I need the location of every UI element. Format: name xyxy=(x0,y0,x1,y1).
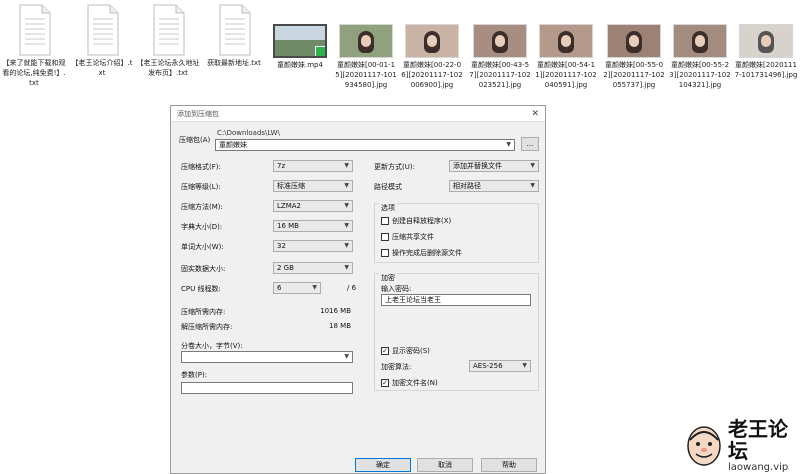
update-select[interactable]: 添加并替换文件 ▼ xyxy=(449,160,539,172)
file-name: 童颜嫩妹[00-55-23][20201117-102104321].jpg xyxy=(669,61,731,89)
text-file-icon xyxy=(82,4,122,56)
file-item[interactable]: 【老王论坛永久地址发布页】.txt xyxy=(136,4,200,78)
level-label: 压缩等级(L): xyxy=(181,183,221,191)
dict-label: 字典大小(D): xyxy=(181,223,223,231)
file-item[interactable]: 童颜嫩妹[00-54-11][20201117-102040591].jpg xyxy=(534,4,598,90)
split-label: 分卷大小，字节(V): xyxy=(181,342,243,350)
solid-select[interactable]: 2 GB ▼ xyxy=(273,262,353,274)
text-file-icon xyxy=(214,4,254,56)
encryption-title: 加密 xyxy=(379,273,397,283)
file-item[interactable]: 童颜嫩妹[00-55-02][20201117-102055737].jpg xyxy=(602,4,666,90)
word-label: 单词大小(W): xyxy=(181,243,224,251)
path-label: 路径模式 xyxy=(374,183,402,191)
mem-decomp-label: 解压缩所需内存: xyxy=(181,323,233,331)
image-thumbnail xyxy=(405,24,459,58)
cpu-total: / 6 xyxy=(347,284,357,292)
mem-comp-label: 压缩所需内存: xyxy=(181,308,226,316)
ok-button[interactable]: 确定 xyxy=(355,458,411,472)
archive-label: 压缩包(A) xyxy=(179,136,211,144)
enc-method-label: 加密算法: xyxy=(381,363,412,371)
file-name: 童颜嫩妹[00-54-11][20201117-102040591].jpg xyxy=(535,61,597,89)
file-item[interactable]: 童颜嫩妹[20201117-101731496].jpg xyxy=(734,4,798,80)
mascot-icon xyxy=(684,424,724,468)
options-group: 选项 创建自释放程序(X) 压缩共享文件 操作完成后删除源文件 xyxy=(374,203,539,263)
image-thumbnail xyxy=(473,24,527,58)
shared-checkbox[interactable]: 压缩共享文件 xyxy=(381,232,434,242)
image-thumbnail xyxy=(739,24,793,58)
dialog-titlebar: 添加到压缩包 ✕ xyxy=(171,106,545,122)
file-item[interactable]: 童颜嫩妹[00-43-57][20201117-102023521].jpg xyxy=(468,4,532,90)
word-select[interactable]: 32 ▼ xyxy=(273,240,353,252)
file-item[interactable]: 童颜嫩妹[00-01-15][20201117-101934580].jpg xyxy=(334,4,398,90)
image-thumbnail xyxy=(339,24,393,58)
method-select[interactable]: LZMA2 ▼ xyxy=(273,200,353,212)
file-name: 童颜嫩妹.mp4 xyxy=(277,61,323,69)
show-password-checkbox[interactable]: ✓ 显示密码(S) xyxy=(381,346,430,356)
image-thumbnail xyxy=(539,24,593,58)
password-input[interactable]: 上老王论坛当老王 xyxy=(381,294,531,306)
mem-comp-value: 1016 MB xyxy=(320,307,351,315)
help-button[interactable]: 帮助 xyxy=(481,458,537,472)
params-input[interactable] xyxy=(181,382,353,394)
format-label: 压缩格式(F): xyxy=(181,163,221,171)
cpu-select[interactable]: 6 ▼ xyxy=(273,282,321,294)
play-icon xyxy=(315,46,325,56)
cpu-label: CPU 线程数: xyxy=(181,285,221,293)
file-item[interactable]: 童颜嫩妹[00-22-06][20201117-102006900].jpg xyxy=(400,4,464,90)
method-label: 压缩方法(M): xyxy=(181,203,223,211)
close-icon[interactable]: ✕ xyxy=(531,109,539,119)
file-name: 童颜嫩妹[00-43-57][20201117-102023521].jpg xyxy=(469,61,531,89)
delete-source-checkbox[interactable]: 操作完成后删除源文件 xyxy=(381,248,462,258)
file-name: 童颜嫩妹[00-55-02][20201117-102055737].jpg xyxy=(603,61,665,89)
file-item[interactable]: 【老王论坛介绍】.txt xyxy=(70,4,134,78)
video-thumbnail xyxy=(273,24,327,58)
file-name: 【老王论坛介绍】.txt xyxy=(71,59,133,77)
update-label: 更新方式(U): xyxy=(374,163,415,171)
password-label: 输入密码: xyxy=(381,285,412,293)
watermark-url: laowang.vip xyxy=(728,462,789,473)
file-name: 获取最新地址.txt xyxy=(207,59,261,67)
watermark-title: 老王论坛 xyxy=(728,417,788,463)
path-select[interactable]: 相对路径 ▼ xyxy=(449,180,539,192)
file-list: 【来了就能下载和观看的论坛,纯免费!】.txt 【老王论坛介绍】.txt 【老王… xyxy=(0,0,800,110)
level-select[interactable]: 标准压缩 ▼ xyxy=(273,180,353,192)
split-select[interactable]: ▼ xyxy=(181,351,353,363)
file-name: 童颜嫩妹[20201117-101731496].jpg xyxy=(734,61,798,79)
watermark: 老王论坛 laowang.vip xyxy=(684,418,800,473)
file-item[interactable]: 童颜嫩妹[00-55-23][20201117-102104321].jpg xyxy=(668,4,732,90)
encryption-group: 加密 输入密码: 上老王论坛当老王 ✓ 显示密码(S) 加密算法: AES-256… xyxy=(374,273,539,391)
enc-method-select[interactable]: AES-256 ▼ xyxy=(469,360,531,372)
solid-label: 固实数据大小: xyxy=(181,265,226,273)
file-name: 【来了就能下载和观看的论坛,纯免费!】.txt xyxy=(2,59,66,87)
text-file-icon xyxy=(148,4,188,56)
file-name: 童颜嫩妹[00-01-15][20201117-101934580].jpg xyxy=(335,61,397,89)
cancel-button[interactable]: 取消 xyxy=(417,458,473,472)
dialog-title: 添加到压缩包 xyxy=(177,109,219,118)
params-label: 参数(P): xyxy=(181,371,208,379)
file-item[interactable]: 童颜嫩妹.mp4 xyxy=(268,4,332,70)
archive-path: C:\Downloads\LW\ xyxy=(217,129,280,137)
options-title: 选项 xyxy=(379,203,397,213)
encrypt-names-checkbox[interactable]: ✓ 加密文件名(N) xyxy=(381,378,438,388)
file-name: 【老王论坛永久地址发布页】.txt xyxy=(136,59,200,77)
image-thumbnail xyxy=(673,24,727,58)
image-thumbnail xyxy=(607,24,661,58)
format-select[interactable]: 7z ▼ xyxy=(273,160,353,172)
browse-button[interactable]: ... xyxy=(521,137,539,151)
file-name: 童颜嫩妹[00-22-06][20201117-102006900].jpg xyxy=(401,61,463,89)
text-file-icon xyxy=(14,4,54,56)
add-to-archive-dialog: 添加到压缩包 ✕ 压缩包(A) C:\Downloads\LW\ 童颜嫩妹 ▼ .… xyxy=(170,105,546,474)
file-item[interactable]: 【来了就能下载和观看的论坛,纯免费!】.txt xyxy=(2,4,66,88)
mem-decomp-value: 18 MB xyxy=(329,322,351,330)
file-item[interactable]: 获取最新地址.txt xyxy=(202,4,266,68)
sfx-checkbox[interactable]: 创建自释放程序(X) xyxy=(381,216,451,226)
archive-name-input[interactable]: 童颜嫩妹 ▼ xyxy=(215,139,515,151)
dict-select[interactable]: 16 MB ▼ xyxy=(273,220,353,232)
